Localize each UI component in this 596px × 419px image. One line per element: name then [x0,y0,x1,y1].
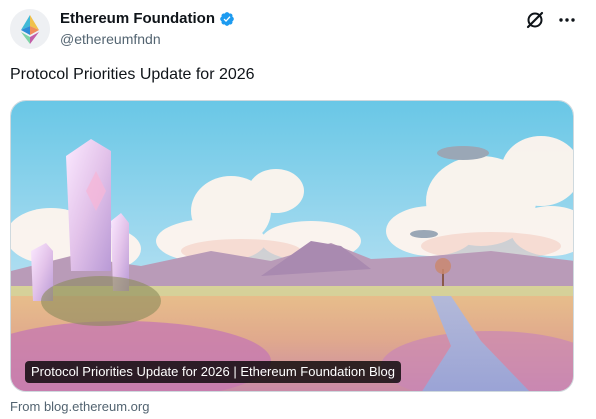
author-handle[interactable]: @ethereumfndn [60,31,161,47]
link-card-source[interactable]: From blog.ethereum.org [10,399,149,415]
link-card-image[interactable] [11,101,574,392]
verified-badge-icon [219,11,235,27]
more-icon[interactable] [556,9,578,31]
author-display-name[interactable]: Ethereum Foundation [60,10,215,28]
avatar[interactable] [10,9,50,49]
post: Ethereum Foundation @ethereumfndn Protoc… [0,0,596,419]
author-name-row: Ethereum Foundation [60,10,235,28]
grok-icon[interactable] [524,9,546,31]
post-top-actions [524,9,578,31]
post-text: Protocol Priorities Update for 2026 [10,66,255,83]
link-card-title[interactable]: Protocol Priorities Update for 2026 | Et… [25,361,401,383]
ethereum-logo-icon [10,9,50,49]
link-card[interactable]: Protocol Priorities Update for 2026 | Et… [10,100,574,392]
